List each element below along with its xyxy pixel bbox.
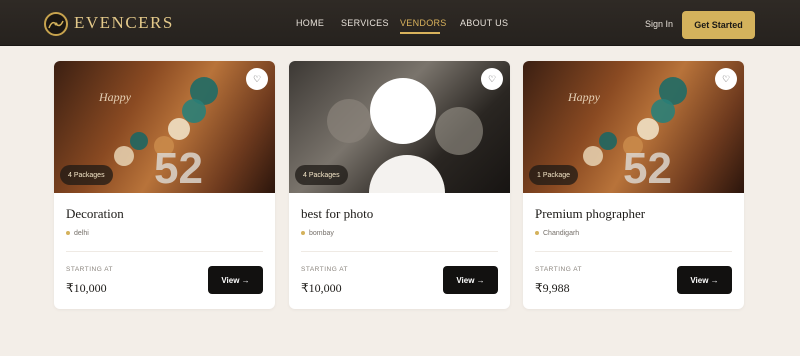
location-dot-icon: [535, 231, 539, 236]
vendor-card[interactable]: 52 Happy ♡ 1 Package Premium phographer …: [523, 61, 744, 309]
favorite-heart-icon[interactable]: ♡: [481, 68, 503, 90]
location-dot-icon: [301, 231, 305, 236]
vendor-card[interactable]: ♡ 4 Packages best for photo bombay START…: [289, 61, 510, 309]
packages-badge: 1 Package: [529, 165, 579, 185]
starting-at-label: STARTING AT: [535, 266, 583, 273]
packages-badge: 4 Packages: [60, 165, 113, 185]
location-dot-icon: [66, 231, 70, 236]
svg-text:52: 52: [154, 144, 203, 193]
vendor-title[interactable]: Decoration: [66, 206, 124, 222]
location-label: bombay: [309, 230, 334, 237]
vendor-location: delhi: [66, 230, 89, 237]
vendor-image-bw-photo[interactable]: ♡ 4 Packages: [289, 61, 510, 193]
divider: [535, 251, 732, 252]
view-button[interactable]: View →: [677, 266, 732, 294]
svg-text:52: 52: [623, 144, 672, 193]
sign-in-link[interactable]: Sign In: [645, 19, 673, 29]
get-started-button[interactable]: Get Started: [682, 11, 755, 39]
favorite-heart-icon[interactable]: ♡: [246, 68, 268, 90]
nav-vendors[interactable]: VENDORS: [400, 18, 447, 28]
vendor-location: Chandigarh: [535, 230, 579, 237]
nav-about-us[interactable]: ABOUT US: [460, 18, 508, 28]
vendor-title[interactable]: best for photo: [301, 206, 373, 222]
svg-text:Happy: Happy: [567, 90, 601, 104]
starting-at-label: STARTING AT: [66, 266, 114, 273]
nav-services[interactable]: SERVICES: [341, 18, 389, 28]
vendor-card[interactable]: 52 Happy ♡ 4 Packages Decoration delhi S…: [54, 61, 275, 309]
vendor-location: bombay: [301, 230, 334, 237]
nav-home[interactable]: HOME: [296, 18, 324, 28]
location-label: delhi: [74, 230, 89, 237]
brand-name[interactable]: EVENCERS: [74, 13, 174, 33]
svg-text:Happy: Happy: [98, 90, 132, 104]
price: ₹9,988: [535, 281, 570, 295]
location-label: Chandigarh: [543, 230, 580, 237]
divider: [66, 251, 263, 252]
price: ₹10,000: [301, 281, 342, 295]
vendor-image-party-decoration[interactable]: 52 Happy ♡ 4 Packages: [54, 61, 275, 193]
price: ₹10,000: [66, 281, 107, 295]
favorite-heart-icon[interactable]: ♡: [715, 68, 737, 90]
packages-badge: 4 Packages: [295, 165, 348, 185]
divider: [301, 251, 498, 252]
starting-at-label: STARTING AT: [301, 266, 349, 273]
evencers-logo-icon[interactable]: [44, 12, 68, 36]
vendor-image-party-decoration[interactable]: 52 Happy ♡ 1 Package: [523, 61, 744, 193]
vendor-title[interactable]: Premium phographer: [535, 206, 645, 222]
active-nav-underline: [400, 32, 440, 34]
top-navbar: EVENCERS HOME SERVICES VENDORS ABOUT US …: [0, 0, 800, 46]
view-button[interactable]: View →: [208, 266, 263, 294]
view-button[interactable]: View →: [443, 266, 498, 294]
